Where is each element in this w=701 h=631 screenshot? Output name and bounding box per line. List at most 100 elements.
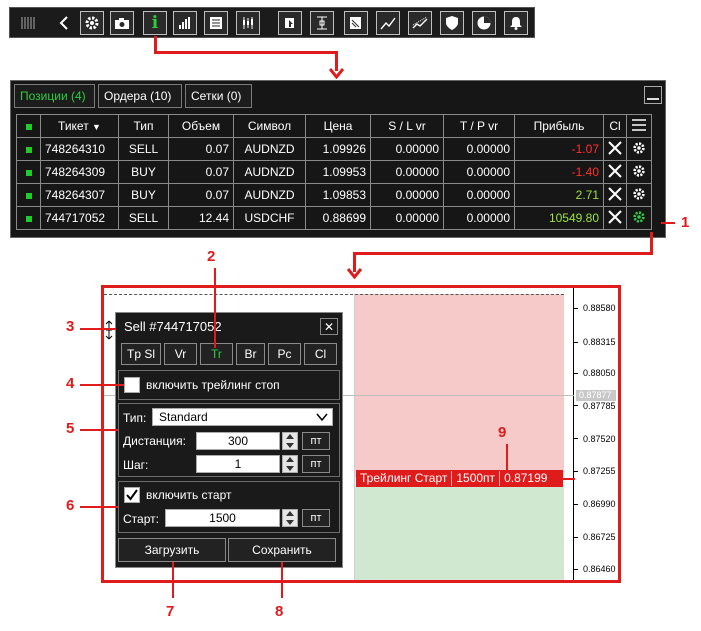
distance-input[interactable]: 300 <box>196 432 280 450</box>
column-header-profit[interactable]: Прибыль <box>514 114 604 138</box>
camera-icon[interactable] <box>110 11 134 35</box>
grip-icon[interactable] <box>16 11 40 35</box>
annotation-connector <box>80 429 118 431</box>
gear-icon[interactable] <box>626 160 652 184</box>
menu-icon[interactable] <box>626 114 652 138</box>
column-header-price[interactable]: Цена <box>305 114 371 138</box>
gear-icon[interactable] <box>80 11 104 35</box>
annotation-connector <box>661 222 675 224</box>
ticket-cell: 744717052 <box>40 206 119 230</box>
dashed-line <box>104 294 564 295</box>
tab-tr[interactable]: Tr <box>200 343 233 365</box>
current-price-label: 0.87877 <box>576 390 616 401</box>
price-label: 0.87785 <box>583 401 616 411</box>
price-label: 0.88050 <box>583 368 616 378</box>
check-icon <box>126 489 138 501</box>
candles-icon[interactable] <box>236 11 260 35</box>
trend-up-icon[interactable] <box>376 11 400 35</box>
row-select[interactable] <box>16 183 41 207</box>
tab-pc[interactable]: Pc <box>268 343 301 365</box>
annotation-label: 7 <box>166 603 175 620</box>
volume-cell: 0.07 <box>168 137 234 161</box>
move-cursor-icon <box>104 320 114 340</box>
table-row[interactable]: 748264310 SELL 0.07 AUDNZD 1.09926 0.000… <box>16 137 652 161</box>
list-icon[interactable] <box>204 11 228 35</box>
ruler-icon[interactable] <box>310 11 334 35</box>
shield-icon[interactable] <box>440 11 464 35</box>
load-button[interactable]: Загрузить <box>118 538 226 562</box>
trailing-start-name: Трейлинг Старт <box>356 471 453 486</box>
table-row[interactable]: 748264309 BUY 0.07 AUDNZD 1.09953 0.0000… <box>16 160 652 184</box>
close-icon[interactable]: ✕ <box>320 318 338 335</box>
close-icon[interactable] <box>603 183 627 207</box>
type-cell: BUY <box>118 160 169 184</box>
row-select[interactable] <box>16 137 41 161</box>
gear-icon[interactable] <box>626 137 652 161</box>
distance-stepper[interactable] <box>282 432 298 450</box>
volume-cell: 0.07 <box>168 183 234 207</box>
type-select[interactable]: Standard <box>152 408 333 426</box>
step-stepper[interactable] <box>282 455 298 473</box>
table-row[interactable]: 748264307 BUY 0.07 AUDNZD 1.09853 0.0000… <box>16 183 652 207</box>
symbol-cell: AUDNZD <box>233 160 306 184</box>
document-icon[interactable] <box>344 11 368 35</box>
column-header-close[interactable]: Cl <box>603 114 627 138</box>
tab-orders[interactable]: Ордера (10) <box>98 84 182 108</box>
type-value: Standard <box>159 410 208 424</box>
info-icon[interactable]: i <box>143 11 167 35</box>
type-cell: BUY <box>118 183 169 207</box>
trend-line-icon[interactable] <box>408 11 432 35</box>
pin-icon[interactable] <box>278 11 302 35</box>
trailing-start-line-label[interactable]: Трейлинг Старт 1500пт 0.87199 <box>356 470 563 487</box>
close-icon[interactable] <box>603 137 627 161</box>
close-icon[interactable] <box>603 206 627 230</box>
price-label: 0.88580 <box>583 303 616 313</box>
tab-vr[interactable]: Vr <box>164 343 197 365</box>
start-stepper[interactable] <box>282 509 298 527</box>
price-cell: 0.88699 <box>305 206 371 230</box>
price-cell: 1.09953 <box>305 160 371 184</box>
annotation-connector <box>80 328 116 330</box>
column-header-volume[interactable]: Объем <box>168 114 234 138</box>
pie-icon[interactable] <box>472 11 496 35</box>
profit-zone <box>355 486 564 580</box>
save-button[interactable]: Сохранить <box>228 538 336 562</box>
profit-cell: 2.71 <box>514 183 604 207</box>
gear-icon[interactable] <box>626 206 652 230</box>
tab-br[interactable]: Br <box>236 343 265 365</box>
annotation-label: 6 <box>66 497 75 514</box>
column-header-sl[interactable]: S / L vr <box>370 114 444 138</box>
column-header-symbol[interactable]: Символ <box>233 114 306 138</box>
minimize-button[interactable] <box>644 86 662 104</box>
enable-start-checkbox[interactable] <box>124 487 140 503</box>
start-input[interactable]: 1500 <box>165 509 280 527</box>
tab-positions[interactable]: Позиции (4) <box>14 84 95 108</box>
step-input[interactable]: 1 <box>196 455 280 473</box>
volume-cell: 0.07 <box>168 160 234 184</box>
close-icon[interactable] <box>603 160 627 184</box>
price-label: 0.86460 <box>583 564 616 574</box>
annotation-label: 5 <box>66 420 75 437</box>
bell-icon[interactable] <box>504 11 528 35</box>
table-row[interactable]: 744717052 SELL 12.44 USDCHF 0.88699 0.00… <box>16 206 652 230</box>
enable-trailing-checkbox[interactable] <box>124 377 140 393</box>
tab-tp-sl[interactable]: Tp Sl <box>121 343 161 365</box>
back-arrow-icon[interactable] <box>52 11 76 35</box>
vertical-line <box>354 294 355 580</box>
row-select[interactable] <box>16 206 41 230</box>
annotation-connector <box>506 444 508 470</box>
column-header-type[interactable]: Тип <box>118 114 169 138</box>
ticket-cell: 748264307 <box>40 183 119 207</box>
select-all-cell[interactable] <box>16 114 41 138</box>
column-header-tp[interactable]: T / P vr <box>443 114 515 138</box>
annotation-arrowhead <box>347 268 362 279</box>
symbol-cell: AUDNZD <box>233 183 306 207</box>
price-label: 0.86725 <box>583 532 616 542</box>
column-header-ticket[interactable]: Тикет ▼ <box>40 114 119 138</box>
row-select[interactable] <box>16 160 41 184</box>
bar-chart-icon[interactable] <box>173 11 197 35</box>
tab-cl[interactable]: Cl <box>304 343 337 365</box>
gear-icon[interactable] <box>626 183 652 207</box>
sl-cell: 0.00000 <box>370 137 444 161</box>
tab-grids[interactable]: Сетки (0) <box>185 84 252 108</box>
